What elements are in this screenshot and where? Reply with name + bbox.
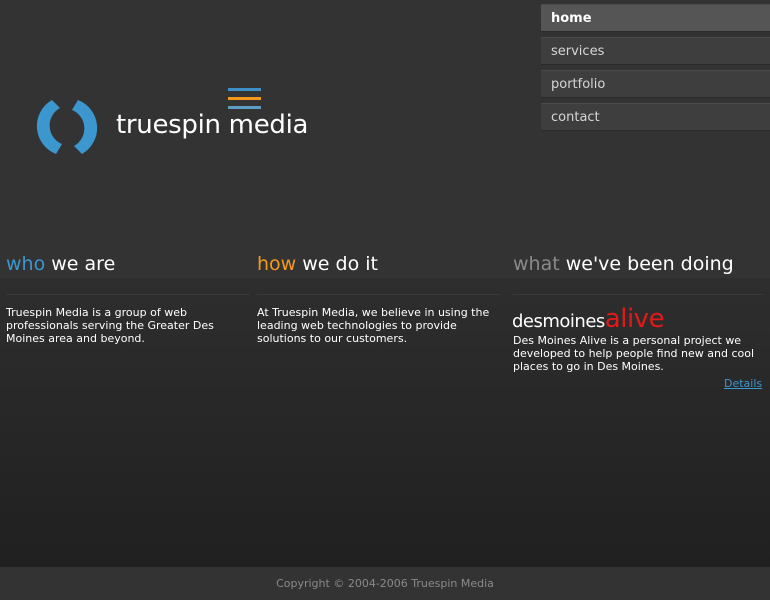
- nav-contact[interactable]: contact: [541, 103, 770, 131]
- nav-portfolio[interactable]: portfolio: [541, 70, 770, 98]
- main-nav: home services portfolio contact: [541, 4, 770, 136]
- copyright-text: Copyright © 2004-2006 Truespin Media: [276, 577, 494, 590]
- who-text: Truespin Media is a group of web profess…: [6, 306, 214, 345]
- brand-name: truespin media: [116, 110, 309, 140]
- nav-home[interactable]: home: [541, 4, 770, 32]
- details-link[interactable]: Details: [724, 377, 762, 390]
- nav-services[interactable]: services: [541, 37, 770, 65]
- truespin-logo-icon: [36, 100, 98, 154]
- desmoines-alive-logo: desmoinesalive: [512, 304, 665, 334]
- who-title: who we are: [6, 253, 116, 275]
- what-divider: [513, 294, 763, 295]
- how-title: how we do it: [257, 253, 378, 275]
- decorative-bars: [228, 88, 262, 112]
- footer: Copyright © 2004-2006 Truespin Media: [0, 567, 770, 600]
- how-divider: [257, 294, 501, 295]
- header: truespin media home services portfolio c…: [0, 0, 770, 278]
- who-divider: [6, 294, 250, 295]
- what-title: what we've been doing: [513, 253, 734, 275]
- what-text: Des Moines Alive is a personal project w…: [513, 334, 755, 373]
- how-text: At Truespin Media, we believe in using t…: [257, 306, 490, 345]
